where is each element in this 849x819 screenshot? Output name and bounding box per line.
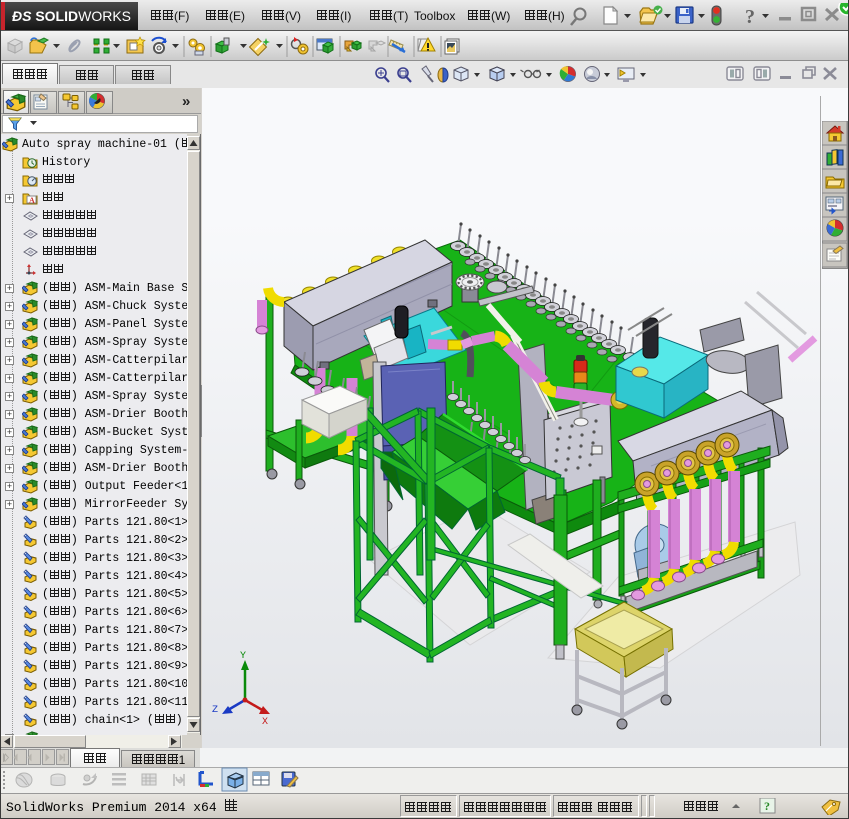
svg-text:Y: Y (240, 651, 246, 662)
svg-text:?: ? (745, 6, 755, 28)
svg-text:X: X (262, 717, 268, 728)
svg-text:?: ? (764, 799, 770, 813)
svg-text:Z: Z (212, 705, 218, 716)
svg-text:»: » (182, 93, 190, 110)
